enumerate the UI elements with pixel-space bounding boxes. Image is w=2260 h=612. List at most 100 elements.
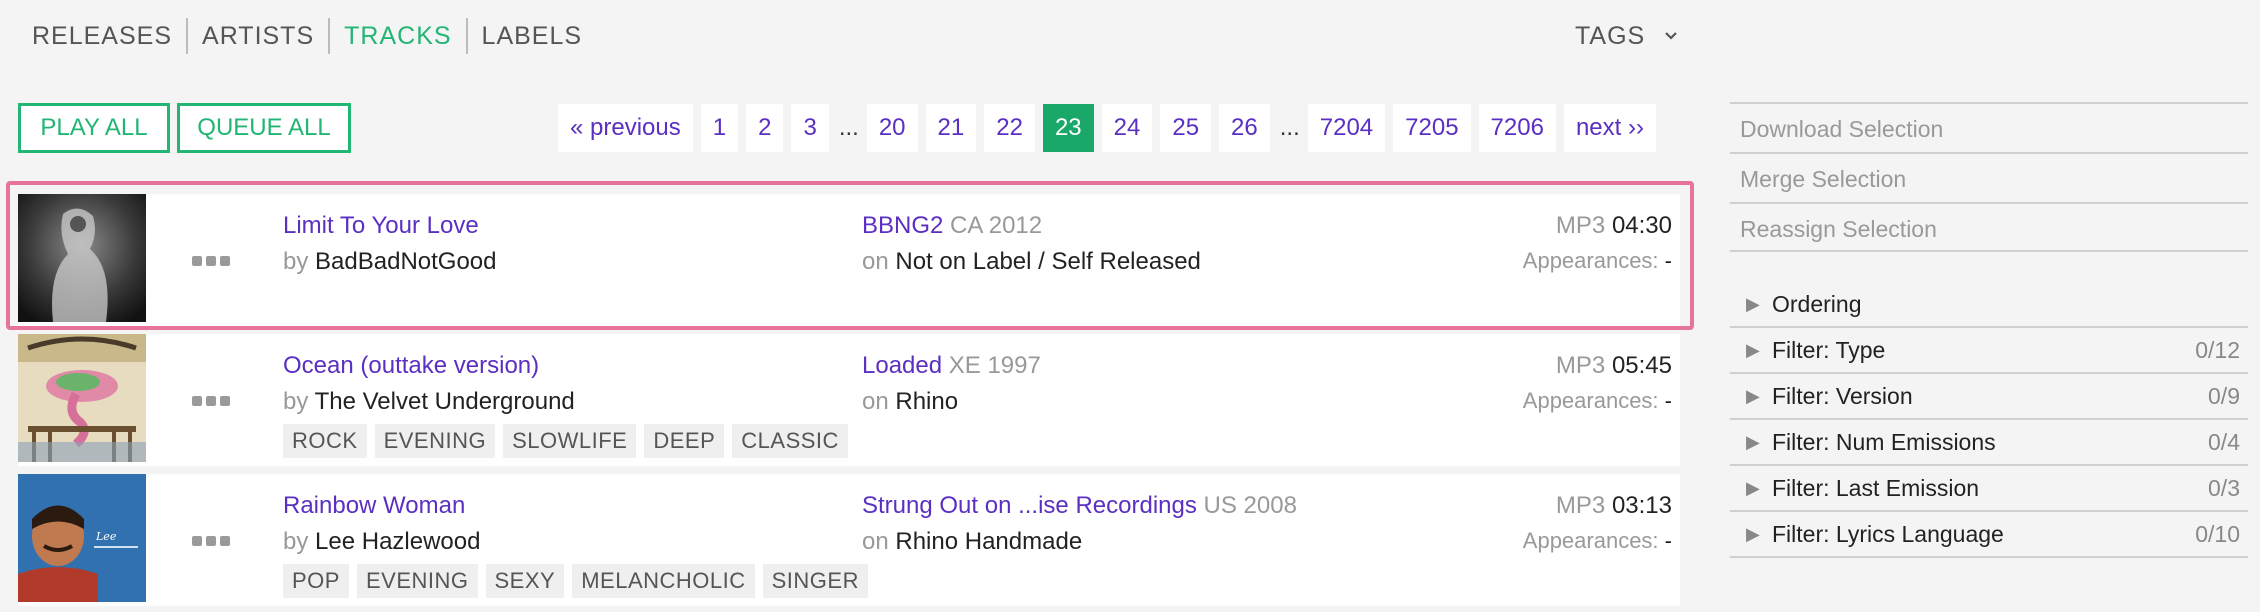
tag-chip[interactable]: MELANCHOLIC <box>572 564 755 598</box>
album-cover[interactable] <box>18 194 146 322</box>
label-name[interactable]: Not on Label / Self Released <box>895 248 1201 275</box>
page-link[interactable]: 26 <box>1219 104 1270 152</box>
track-artist: by Lee Hazlewood <box>283 528 480 556</box>
tags-dropdown[interactable]: TAGS <box>1575 18 1679 54</box>
download-selection-button[interactable]: Download Selection <box>1730 102 2248 152</box>
filter-num-emissions-toggle[interactable]: ▶ Filter: Num Emissions 0/4 <box>1730 420 2248 466</box>
track-title[interactable]: Ocean (outtake version) <box>283 352 539 380</box>
track-release: Strung Out on ...ise Recordings US 2008 <box>862 492 1297 520</box>
filter-count: 0/4 <box>2208 429 2240 455</box>
album-cover[interactable] <box>18 334 146 462</box>
nav-tracks[interactable]: TRACKS <box>328 18 465 54</box>
previous-page-link[interactable]: « previous <box>558 104 693 152</box>
track-artist: by BadBadNotGood <box>283 248 497 276</box>
next-page-link[interactable]: next ›› <box>1563 104 1656 152</box>
page-link[interactable]: 22 <box>984 104 1035 152</box>
page-link[interactable]: 1 <box>700 104 739 152</box>
release-title[interactable]: Loaded <box>862 352 942 379</box>
track-format: MP3 <box>1555 492 1606 519</box>
release-title[interactable]: Strung Out on ...ise Recordings <box>862 492 1197 519</box>
track-row[interactable]: Lee Rainbow Woman by Lee Hazlewood Strun… <box>18 474 1680 606</box>
filter-label: Ordering <box>1772 291 1862 317</box>
track-title[interactable]: Limit To Your Love <box>283 212 479 240</box>
track-release: BBNG2 CA 2012 <box>862 212 1042 240</box>
merge-selection-button[interactable]: Merge Selection <box>1730 152 2248 202</box>
track-artist: by The Velvet Underground <box>283 388 575 416</box>
filter-label: Filter: Num Emissions <box>1772 429 1996 455</box>
track-duration: 04:30 <box>1611 212 1672 239</box>
page-link[interactable]: 25 <box>1160 104 1212 152</box>
expand-triangle-icon: ▶ <box>1746 478 1760 498</box>
label-name[interactable]: Rhino Handmade <box>895 528 1082 555</box>
by-prefix: by <box>283 248 309 275</box>
expand-triangle-icon: ▶ <box>1746 524 1760 544</box>
filter-label: Filter: Type <box>1772 337 1886 363</box>
artist-name[interactable]: The Velvet Underground <box>315 388 575 415</box>
filter-label: Filter: Version <box>1772 383 1913 409</box>
release-meta: CA 2012 <box>950 212 1043 239</box>
nav-releases[interactable]: RELEASES <box>18 18 186 54</box>
ordering-toggle[interactable]: ▶ Ordering <box>1730 282 2248 328</box>
chevron-down-icon <box>1665 32 1677 40</box>
filter-list: ▶ Ordering ▶ Filter: Type 0/12 ▶ Filter:… <box>1730 282 2248 558</box>
tag-chip[interactable]: SINGER <box>762 564 868 598</box>
filter-type-toggle[interactable]: ▶ Filter: Type 0/12 <box>1730 328 2248 374</box>
queue-all-button[interactable]: QUEUE ALL <box>177 103 351 153</box>
track-format: MP3 <box>1555 352 1606 379</box>
top-nav: RELEASES ARTISTS TRACKS LABELS <box>18 16 596 56</box>
filter-count: 0/12 <box>2195 337 2240 363</box>
nav-labels[interactable]: LABELS <box>465 18 597 54</box>
on-prefix: on <box>862 248 889 275</box>
filter-version-toggle[interactable]: ▶ Filter: Version 0/9 <box>1730 374 2248 420</box>
reassign-selection-button[interactable]: Reassign Selection <box>1730 202 2248 252</box>
track-label: on Rhino Handmade <box>862 528 1082 556</box>
artist-name[interactable]: BadBadNotGood <box>315 248 496 275</box>
release-title[interactable]: BBNG2 <box>862 212 943 239</box>
tag-chip[interactable]: POP <box>283 564 349 598</box>
pagination-ellipsis: ... <box>838 114 859 141</box>
track-duration: 03:13 <box>1611 492 1672 519</box>
sidebar: Download Selection Merge Selection Reass… <box>1730 102 2248 558</box>
page-link[interactable]: 3 <box>791 104 829 152</box>
page-link[interactable]: 24 <box>1101 104 1153 152</box>
tag-chip[interactable]: EVENING <box>374 424 496 458</box>
label-name[interactable]: Rhino <box>895 388 958 415</box>
release-meta: XE 1997 <box>948 352 1041 379</box>
page-link[interactable]: 7205 <box>1393 104 1471 152</box>
current-page[interactable]: 23 <box>1042 104 1094 152</box>
track-tags: ROCK EVENING SLOWLIFE DEEP CLASSIC <box>283 424 848 458</box>
filter-count: 0/10 <box>2195 521 2240 547</box>
track-format-duration: MP3 05:45 <box>1556 352 1672 380</box>
more-options-icon[interactable] <box>192 396 230 406</box>
page-link[interactable]: 7206 <box>1478 104 1556 152</box>
filter-last-emission-toggle[interactable]: ▶ Filter: Last Emission 0/3 <box>1730 466 2248 512</box>
album-cover[interactable]: Lee <box>18 474 146 602</box>
page-link[interactable]: 7204 <box>1307 104 1386 152</box>
more-options-icon[interactable] <box>192 256 230 266</box>
appearances-value: - <box>1664 528 1672 553</box>
track-row[interactable]: Limit To Your Love by BadBadNotGood BBNG… <box>18 194 1680 326</box>
tag-chip[interactable]: DEEP <box>644 424 725 458</box>
tag-chip[interactable]: SEXY <box>485 564 565 598</box>
filter-label: Filter: Last Emission <box>1772 475 1980 501</box>
track-row[interactable]: Ocean (outtake version) by The Velvet Un… <box>18 334 1680 466</box>
expand-triangle-icon: ▶ <box>1746 386 1760 406</box>
filter-label: Filter: Lyrics Language <box>1772 521 2004 547</box>
page-link[interactable]: 21 <box>925 104 977 152</box>
play-all-button[interactable]: PLAY ALL <box>18 103 170 153</box>
tag-chip[interactable]: SLOWLIFE <box>503 424 637 458</box>
appearances-label: Appearances: <box>1522 248 1659 273</box>
tag-chip[interactable]: EVENING <box>356 564 478 598</box>
track-title[interactable]: Rainbow Woman <box>283 492 465 520</box>
more-options-icon[interactable] <box>192 536 230 546</box>
artist-name[interactable]: Lee Hazlewood <box>315 528 480 555</box>
tag-chip[interactable]: CLASSIC <box>732 424 848 458</box>
page-link[interactable]: 20 <box>866 104 918 152</box>
track-label: on Rhino <box>862 388 958 416</box>
appearances-value: - <box>1664 248 1672 273</box>
tag-chip[interactable]: ROCK <box>283 424 367 458</box>
page-link[interactable]: 2 <box>746 104 784 152</box>
nav-artists[interactable]: ARTISTS <box>186 18 328 54</box>
filter-lyrics-language-toggle[interactable]: ▶ Filter: Lyrics Language 0/10 <box>1730 512 2248 558</box>
expand-triangle-icon: ▶ <box>1746 294 1760 314</box>
